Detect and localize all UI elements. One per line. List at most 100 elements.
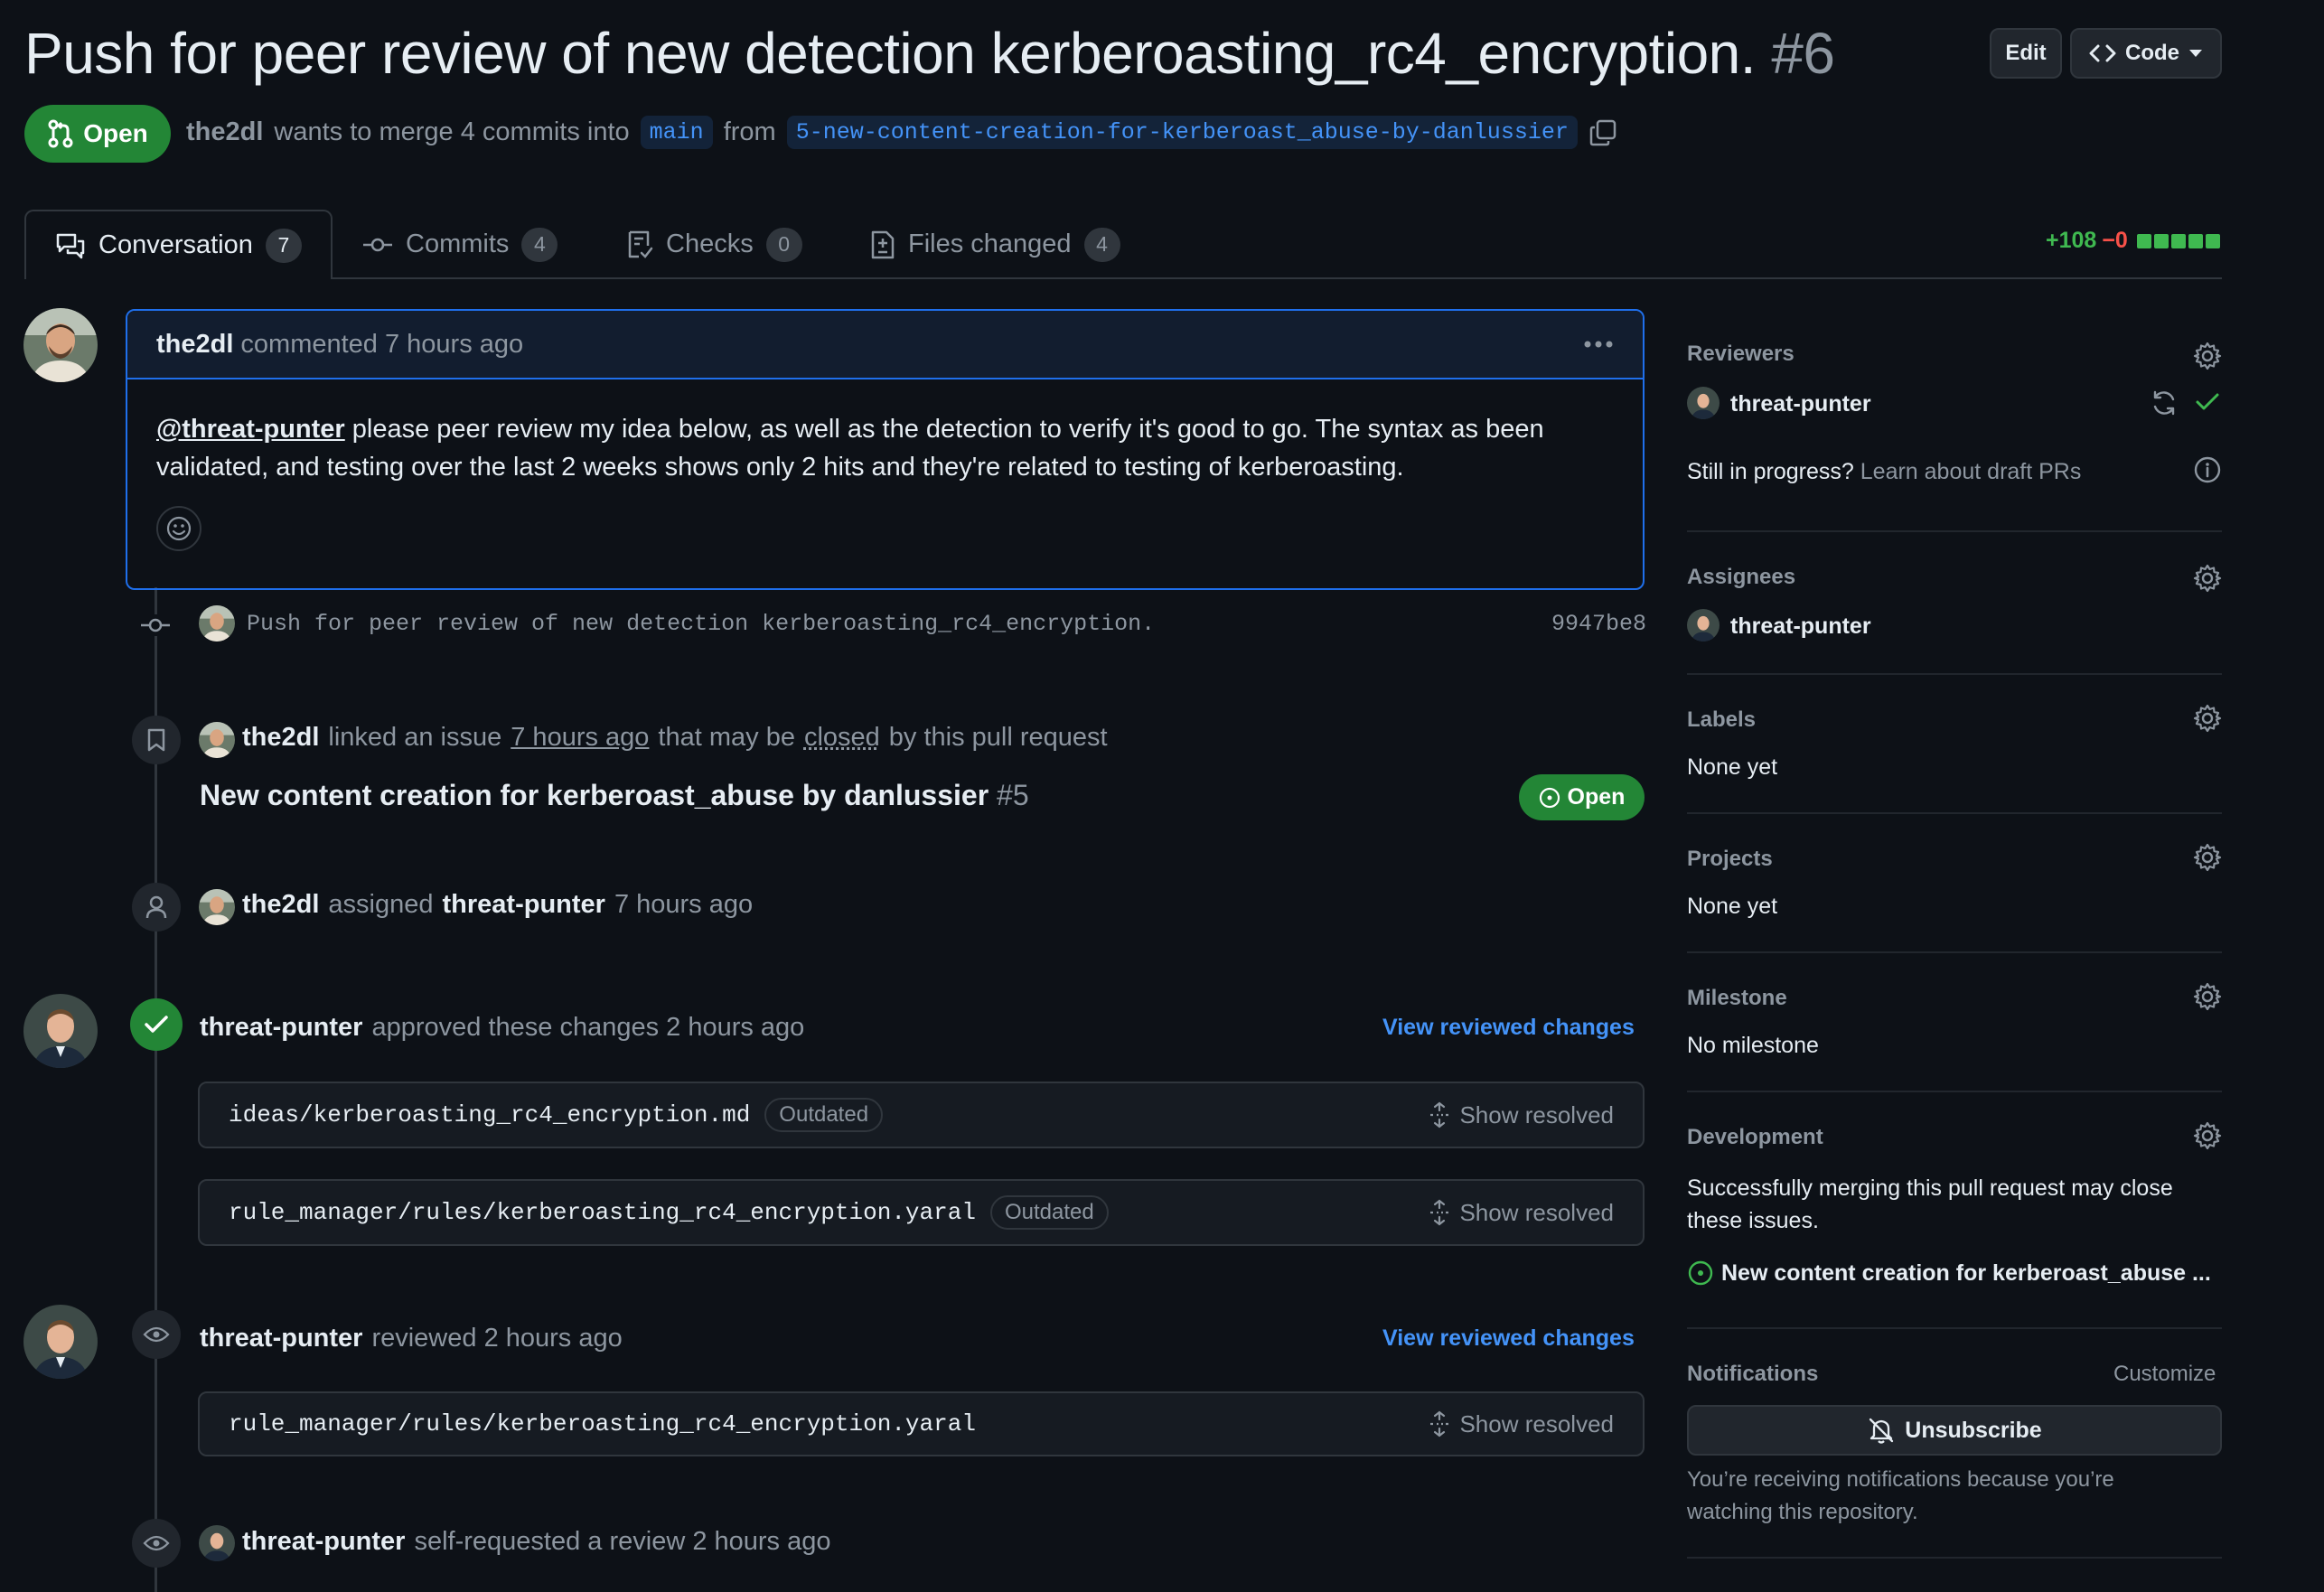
commit-message[interactable]: Push for peer review of new detection ke…: [247, 611, 1155, 637]
avatar[interactable]: [23, 994, 98, 1068]
event-time[interactable]: 7 hours ago: [614, 890, 753, 920]
avatar[interactable]: [1687, 387, 1720, 419]
show-resolved-button[interactable]: Show resolved: [1429, 1101, 1614, 1129]
event-actor[interactable]: threat-punter: [200, 1013, 362, 1043]
sidebar-divider: [1687, 812, 2222, 814]
unsubscribe-button[interactable]: Unsubscribe: [1687, 1405, 2222, 1456]
show-resolved-label: Show resolved: [1459, 1198, 1614, 1226]
comment-author[interactable]: the2dl: [156, 330, 233, 360]
customize-link[interactable]: Customize: [2113, 1362, 2216, 1387]
milestone-value: No milestone: [1687, 1033, 1819, 1058]
pr-meta: the2dl wants to merge 4 commits into mai…: [186, 116, 1617, 149]
edit-button-label: Edit: [2005, 41, 2047, 65]
linked-issue-number: #5: [997, 779, 1029, 811]
bookmark-icon: [146, 727, 166, 753]
sidebar-divider: [1687, 1091, 2222, 1092]
view-reviewed-changes-link[interactable]: View reviewed changes: [1382, 1015, 1635, 1041]
commit-sha[interactable]: 9947be8: [1551, 611, 1646, 637]
tab-commits[interactable]: Commits 4: [362, 210, 558, 279]
code-button[interactable]: Code: [2070, 28, 2222, 79]
gear-icon[interactable]: [2193, 342, 2222, 370]
tab-files-changed-count: 4: [1083, 227, 1120, 262]
reviewers-heading[interactable]: Reviewers: [1687, 342, 2222, 367]
issue-opened-icon: [1539, 787, 1560, 809]
tab-checks-count: 0: [765, 227, 802, 262]
assignee-name[interactable]: threat-punter: [1730, 613, 1871, 640]
milestone-heading[interactable]: Milestone: [1687, 986, 2222, 1011]
issue-state-badge: Open: [1519, 774, 1645, 820]
reviewer-name[interactable]: threat-punter: [1730, 391, 1871, 417]
development-issue[interactable]: New content creation for kerberoast_abus…: [1687, 1260, 2211, 1287]
comment-timestamp[interactable]: commented 7 hours ago: [240, 330, 523, 360]
event-time-link[interactable]: 7 hours ago: [511, 723, 649, 753]
review-file: rule_manager/rules/kerberoasting_rc4_enc…: [198, 1391, 1645, 1456]
event-actor[interactable]: threat-punter: [200, 1324, 362, 1353]
event-actor[interactable]: the2dl: [242, 890, 319, 920]
gear-icon[interactable]: [2193, 982, 2222, 1011]
avatar[interactable]: [199, 605, 235, 641]
gear-icon[interactable]: [2193, 843, 2222, 872]
gear-icon[interactable]: [2193, 564, 2222, 593]
event-actor[interactable]: threat-punter: [242, 1527, 405, 1557]
gear-icon[interactable]: [2193, 704, 2222, 733]
copy-icon[interactable]: [1588, 118, 1617, 147]
diffstat: +108 −0: [2046, 228, 2220, 254]
comment-text-line2: validated, and testing over the last 2 w…: [156, 453, 1404, 482]
mention-link[interactable]: @threat-punter: [156, 415, 345, 444]
kebab-horizontal-icon[interactable]: [1583, 340, 1614, 349]
git-commit-icon: [140, 614, 171, 636]
add-reaction-button[interactable]: [156, 506, 201, 551]
labels-heading[interactable]: Labels: [1687, 707, 2222, 733]
pr-state-label: Open: [83, 119, 148, 147]
tab-checks-label: Checks: [666, 229, 754, 258]
development-heading[interactable]: Development: [1687, 1125, 2222, 1150]
edit-button[interactable]: Edit: [1990, 28, 2062, 79]
event-target[interactable]: threat-punter: [443, 890, 605, 920]
gear-icon[interactable]: [2193, 1121, 2222, 1150]
avatar[interactable]: [199, 889, 235, 925]
assigned-badge: [132, 883, 181, 932]
info-icon[interactable]: [2193, 455, 2222, 484]
development-line1: Successfully merging this pull request m…: [1687, 1175, 2173, 1201]
avatar[interactable]: [199, 722, 235, 758]
tabs-divider: [24, 277, 2222, 279]
avatar[interactable]: [23, 1305, 98, 1379]
show-resolved-label: Show resolved: [1459, 1409, 1614, 1437]
code-icon: [2089, 42, 2116, 64]
avatar[interactable]: [23, 308, 98, 382]
linked-issue-title-text: New content creation for kerberoast_abus…: [200, 779, 989, 811]
event-text: by this pull request: [888, 723, 1108, 752]
event-text: self-requested a review 2 hours ago: [414, 1527, 831, 1556]
linked-issue-title[interactable]: New content creation for kerberoast_abus…: [200, 779, 1029, 812]
re-request-review-icon[interactable]: [2150, 389, 2179, 417]
comment-discussion-icon: [55, 232, 86, 259]
outdated-label: Outdated: [989, 1195, 1109, 1230]
assignees-heading[interactable]: Assignees: [1687, 565, 2222, 590]
comment-text-line1: please peer review my idea below, as wel…: [344, 415, 1544, 444]
view-reviewed-changes-link[interactable]: View reviewed changes: [1382, 1325, 1635, 1352]
sidebar-divider: [1687, 1327, 2222, 1329]
projects-heading[interactable]: Projects: [1687, 847, 2222, 872]
git-pull-request-icon: [47, 119, 74, 148]
review-file-name[interactable]: rule_manager/rules/kerberoasting_rc4_enc…: [229, 1410, 976, 1437]
eye-icon: [143, 1534, 170, 1552]
avatar[interactable]: [199, 1525, 235, 1561]
tab-checks[interactable]: Checks 0: [626, 210, 802, 279]
show-resolved-button[interactable]: Show resolved: [1429, 1410, 1614, 1438]
review-file-name[interactable]: rule_manager/rules/kerberoasting_rc4_enc…: [229, 1199, 976, 1226]
pr-author-link[interactable]: the2dl: [186, 117, 263, 147]
event-actor[interactable]: the2dl: [242, 723, 319, 753]
sidebar-divider: [1687, 1557, 2222, 1559]
review-file-name[interactable]: ideas/kerberoasting_rc4_encryption.md: [229, 1101, 750, 1128]
person-icon: [145, 894, 167, 920]
git-commit-icon: [362, 236, 393, 254]
pr-merge-text: wants to merge 4 commits into: [274, 117, 630, 146]
unsubscribe-label: Unsubscribe: [1905, 1417, 2042, 1443]
learn-draft-prs-link[interactable]: Learn about draft PRs: [1860, 459, 2082, 484]
tab-files-changed[interactable]: Files changed 4: [870, 210, 1120, 279]
head-branch[interactable]: 5-new-content-creation-for-kerberoast_ab…: [786, 116, 1578, 149]
avatar[interactable]: [1687, 609, 1720, 641]
base-branch[interactable]: main: [640, 116, 713, 149]
show-resolved-button[interactable]: Show resolved: [1429, 1199, 1614, 1227]
tab-conversation[interactable]: Conversation 7: [24, 210, 333, 279]
